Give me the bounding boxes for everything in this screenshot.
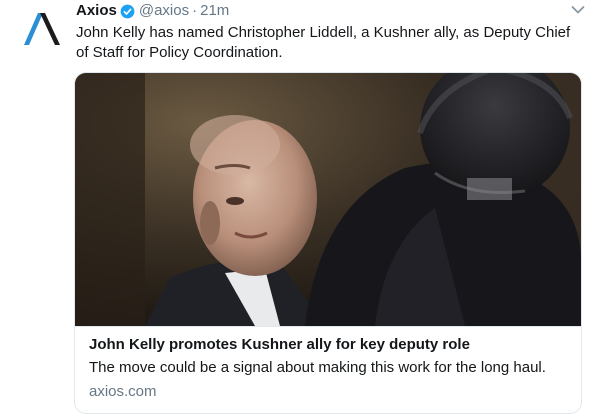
card-description: The move could be a signal about making … — [89, 359, 546, 376]
tweet-text: John Kelly has named Christopher Liddell… — [76, 24, 571, 61]
chevron-down-icon[interactable] — [571, 5, 585, 15]
author-name[interactable]: Axios — [76, 1, 117, 21]
axios-logo-icon[interactable] — [22, 12, 62, 46]
card-title[interactable]: John Kelly promotes Kushner ally for key… — [89, 335, 569, 355]
tweet[interactable]: Axios @axios · 21m John Kelly has named … — [0, 0, 601, 414]
author-handle[interactable]: @axios — [139, 1, 189, 21]
separator-dot: · — [192, 2, 198, 19]
link-card[interactable]: John Kelly promotes Kushner ally for key… — [74, 72, 582, 414]
tweet-header: Axios @axios · 21m — [76, 1, 229, 21]
tweet-timestamp[interactable]: 21m — [200, 1, 229, 21]
card-domain[interactable]: axios.com — [89, 382, 157, 402]
verified-badge-icon — [120, 4, 135, 18]
card-image[interactable] — [75, 73, 581, 327]
